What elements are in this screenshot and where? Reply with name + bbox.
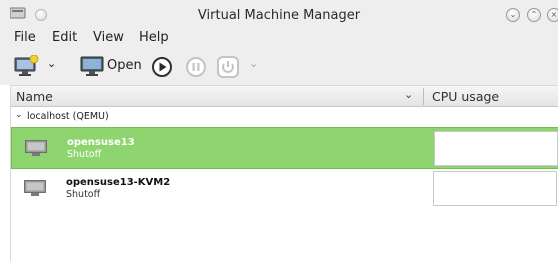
window-title: Virtual Machine Manager bbox=[197, 8, 361, 23]
menu-edit[interactable]: Edit bbox=[52, 30, 77, 45]
connection-label: localhost (QEMU) bbox=[27, 111, 109, 122]
menu-help[interactable]: Help bbox=[139, 30, 169, 45]
sort-chevron-icon[interactable]: ⌄ bbox=[404, 88, 413, 101]
power-icon[interactable] bbox=[216, 55, 240, 79]
vm-row[interactable]: opensuse13 Shutoff bbox=[11, 127, 558, 169]
cpu-usage-graph bbox=[434, 131, 558, 166]
toolbar: ⌄ Open ⌄ bbox=[0, 49, 558, 85]
pause-icon[interactable] bbox=[186, 57, 206, 77]
menu-file[interactable]: File bbox=[14, 30, 36, 45]
open-button[interactable]: Open bbox=[107, 58, 142, 73]
play-icon[interactable] bbox=[152, 57, 172, 77]
menu-bar: File Edit View Help bbox=[0, 27, 558, 49]
column-header-name[interactable]: Name bbox=[16, 89, 53, 104]
shutdown-dropdown-icon[interactable]: ⌄ bbox=[249, 57, 258, 70]
new-vm-dropdown-icon[interactable]: ⌄ bbox=[47, 57, 56, 70]
minimize-button[interactable]: ⌄ bbox=[506, 8, 520, 22]
new-vm-icon[interactable] bbox=[14, 55, 40, 77]
list-header: Name ⌄ CPU usage bbox=[11, 86, 558, 107]
menu-view[interactable]: View bbox=[93, 30, 124, 45]
vm-monitor-icon bbox=[25, 140, 47, 156]
close-button[interactable]: × bbox=[547, 8, 558, 22]
column-divider[interactable] bbox=[423, 88, 424, 105]
vm-row[interactable]: opensuse13-KVM2 Shutoff bbox=[11, 168, 558, 210]
vm-list: Name ⌄ CPU usage ⌄ localhost (QEMU) open… bbox=[10, 85, 558, 261]
column-header-cpu-usage[interactable]: CPU usage bbox=[432, 89, 499, 104]
maximize-button[interactable]: ⌃ bbox=[527, 8, 541, 22]
connection-row[interactable]: ⌄ localhost (QEMU) bbox=[11, 108, 558, 126]
title-bar: Virtual Machine Manager ⌄ ⌃ × bbox=[0, 0, 558, 27]
vm-monitor-icon bbox=[24, 180, 46, 196]
open-vm-icon[interactable] bbox=[80, 55, 106, 77]
cpu-usage-graph bbox=[433, 171, 557, 206]
vm-name: opensuse13-KVM2 bbox=[66, 177, 171, 188]
vm-state: Shutoff bbox=[66, 189, 101, 200]
expand-chevron-icon[interactable]: ⌄ bbox=[15, 110, 23, 120]
vm-state: Shutoff bbox=[67, 149, 102, 160]
vm-name: opensuse13 bbox=[67, 137, 135, 148]
